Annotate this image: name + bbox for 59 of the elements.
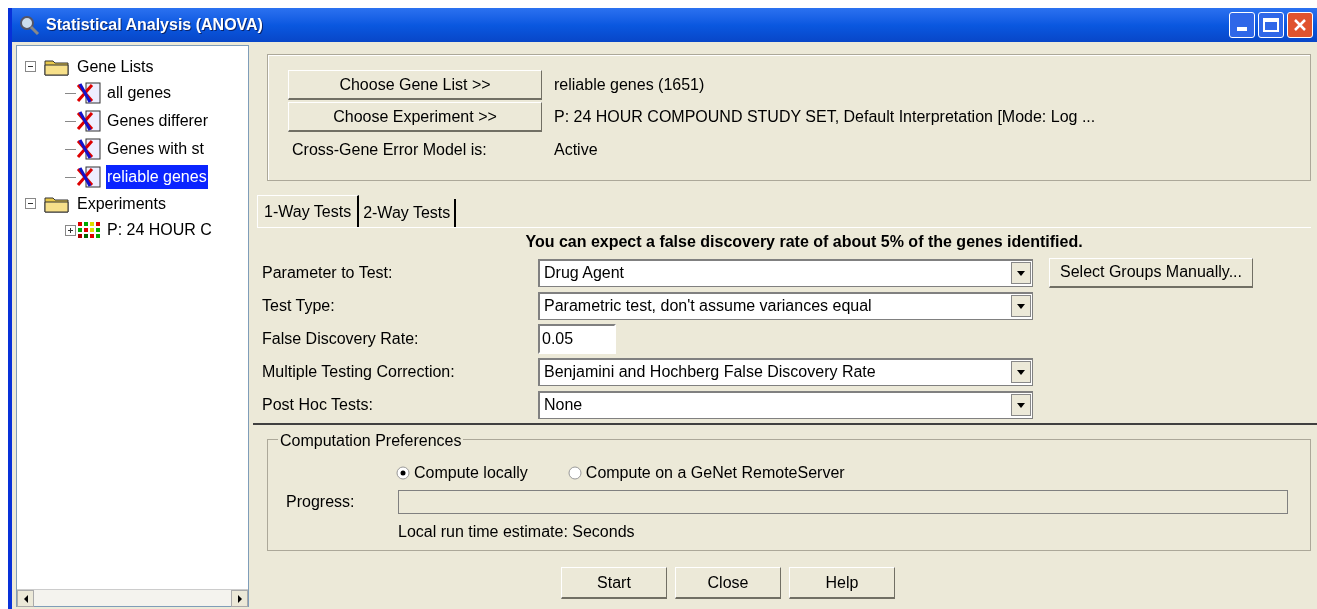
folder-icon	[44, 194, 70, 213]
field-label: Test Type:	[262, 295, 336, 316]
gene-list-value: reliable genes (1651)	[554, 75, 705, 95]
tree-item[interactable]: Genes differer	[106, 109, 210, 133]
progress-label: Progress:	[285, 492, 356, 512]
horizontal-scrollbar[interactable]	[17, 589, 248, 606]
minimize-icon	[1237, 27, 1247, 31]
dna-document-icon	[76, 138, 102, 160]
dialog-button[interactable]: Close	[675, 567, 781, 599]
expand-icon[interactable]	[65, 224, 76, 236]
close-icon	[1293, 18, 1307, 32]
dropdown[interactable]: Benjamini and Hochberg False Discovery Rate	[538, 357, 1033, 386]
collapse-icon[interactable]	[25, 61, 36, 72]
dropdown[interactable]: Parametric test, don't assume variances equal	[538, 291, 1033, 320]
field-label: Parameter to Test:	[262, 262, 394, 283]
scroll-left-button[interactable]	[17, 590, 34, 607]
experiment-value: P: 24 HOUR COMPOUND STUDY SET, Default Interpretation [Mode: Log ...	[554, 107, 1096, 127]
radio-button[interactable]	[567, 466, 582, 480]
grid-icon	[76, 221, 102, 239]
field-label: Multiple Testing Correction:	[262, 361, 456, 382]
radio-label[interactable]: Compute on a GeNet RemoteServer	[585, 461, 845, 485]
estimate-text: Local run time estimate: Seconds	[397, 522, 636, 542]
dna-document-icon	[76, 82, 102, 104]
window-title: Statistical Analysis (ANOVA)	[46, 15, 263, 35]
field-label: False Discovery Rate:	[262, 328, 420, 349]
scroll-right-button[interactable]	[231, 590, 248, 607]
error-model-value: Active	[554, 140, 598, 160]
left-arrow-icon	[22, 594, 29, 603]
radio-button[interactable]	[396, 466, 410, 480]
tree-item[interactable]: Gene Lists	[76, 54, 155, 79]
maximize-button[interactable]	[1258, 12, 1284, 38]
tree-item[interactable]: all genes	[106, 81, 173, 105]
collapse-icon[interactable]	[25, 198, 36, 209]
dialog-button[interactable]: Help	[789, 567, 895, 599]
dna-document-icon	[76, 110, 102, 132]
radio-label[interactable]: Compute locally	[414, 461, 528, 485]
magnifier-icon	[18, 14, 40, 36]
maximize-icon	[1263, 18, 1279, 32]
notice-text: You can expect a false discovery rate of about 5% of the genes identified.	[524, 232, 1084, 252]
tab[interactable]: 1-Way Tests	[257, 195, 360, 227]
choose-experiment-button[interactable]: Choose Experiment >>	[288, 102, 542, 132]
dropdown[interactable]: Drug Agent	[538, 258, 1033, 287]
folder-icon	[44, 57, 70, 76]
tree-item[interactable]: reliable genes	[106, 165, 208, 189]
right-arrow-icon	[236, 594, 243, 603]
dropdown[interactable]: None	[538, 390, 1033, 419]
choose-gene-list-button[interactable]: Choose Gene List >>	[288, 70, 542, 100]
field-label: Post Hoc Tests:	[262, 394, 374, 415]
input-field[interactable]: 0.05	[538, 323, 616, 354]
dna-document-icon	[76, 166, 102, 188]
select-groups-button[interactable]: Select Groups Manually...	[1049, 257, 1253, 288]
close-button[interactable]	[1287, 12, 1313, 38]
tree-item[interactable]: Experiments	[76, 191, 167, 216]
error-model-label: Cross-Gene Error Model is:	[291, 140, 488, 160]
minimize-button[interactable]	[1229, 12, 1255, 38]
tree-item[interactable]: P: 24 HOUR C	[106, 218, 213, 242]
dialog-button[interactable]: Start	[561, 567, 667, 599]
tab[interactable]: 2-Way Tests	[359, 199, 457, 227]
tree-item[interactable]: Genes with st	[106, 137, 205, 161]
